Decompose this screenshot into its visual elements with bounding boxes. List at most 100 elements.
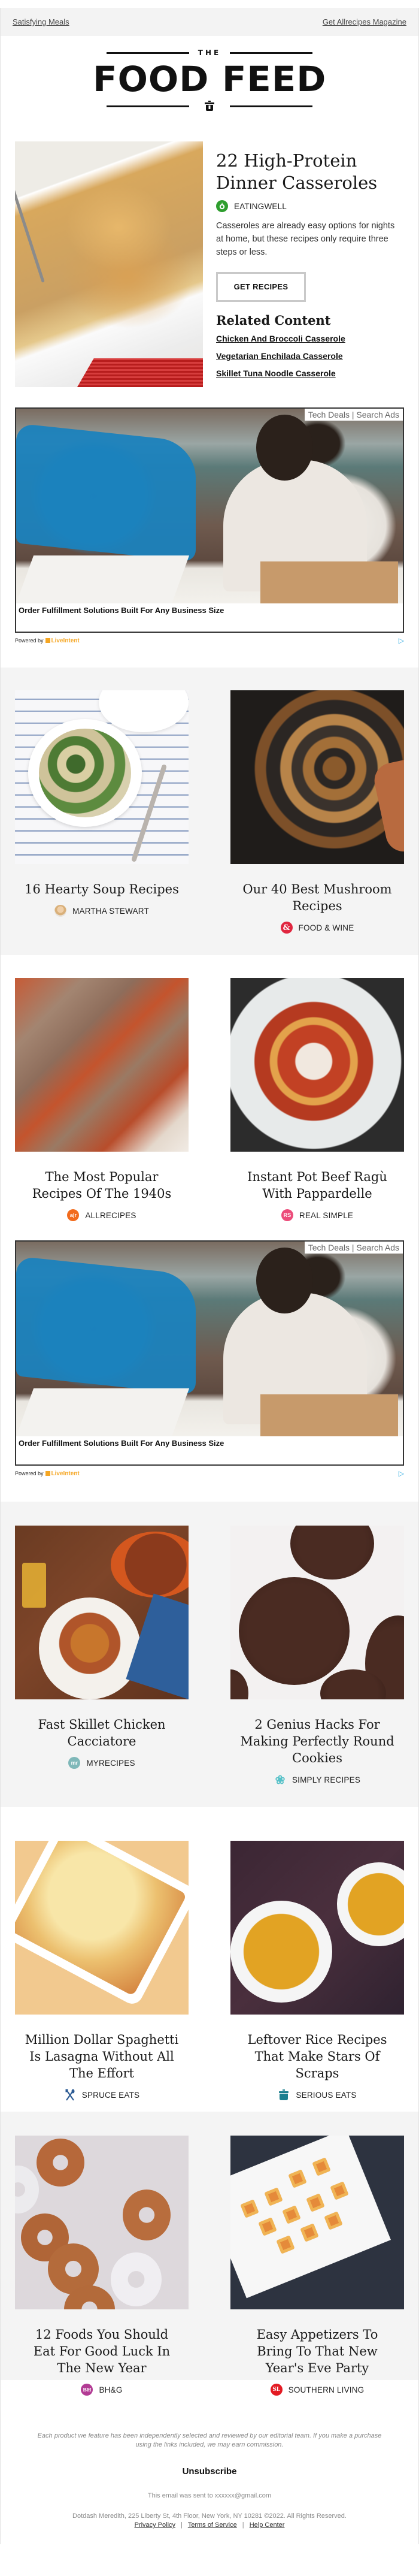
person-head-shape xyxy=(256,1248,313,1313)
unsubscribe-link[interactable]: Unsubscribe xyxy=(183,2466,237,2477)
get-recipes-button[interactable]: GET RECIPES xyxy=(216,272,306,302)
ad-image[interactable]: Tech Deals | Search Ads xyxy=(16,1242,403,1436)
source-label: BH&G xyxy=(99,2385,123,2394)
article-card[interactable]: Instant Pot Beef Ragù With Pappardelle R… xyxy=(230,978,404,1240)
flower-icon: ❀ xyxy=(275,1773,286,1787)
hero-description: Casseroles are already easy options for … xyxy=(216,221,395,257)
privacy-policy-link[interactable]: Privacy Policy xyxy=(135,2521,175,2529)
company-address: Dotdash Meredith, 225 Liberty St, 4th Fl… xyxy=(72,2512,347,2520)
lasagna-image[interactable] xyxy=(15,1841,189,2015)
liveintent-logo: LiveIntent xyxy=(45,638,80,644)
logo-the-text: THE xyxy=(198,49,221,57)
article-title[interactable]: Million Dollar Spaghetti Is Lasagna With… xyxy=(15,2031,189,2082)
article-row: 16 Hearty Soup Recipes MARTHA STEWART Ou… xyxy=(1,668,418,955)
donut-shape xyxy=(37,2139,84,2187)
related-link[interactable]: Skillet Tuna Noodle Casserole xyxy=(216,369,404,378)
bhg-icon: BH xyxy=(81,2384,93,2396)
article-source: a|r ALLRECIPES xyxy=(15,1209,189,1221)
sofa-shape xyxy=(16,423,196,562)
ad-footer: Powered by LiveIntent ▷ xyxy=(15,633,404,645)
source-label: FOOD & WINE xyxy=(298,923,354,932)
rice-soup-image[interactable] xyxy=(230,1841,404,2015)
article-card[interactable]: Leftover Rice Recipes That Make Stars Of… xyxy=(230,1841,404,2112)
article-card[interactable]: 16 Hearty Soup Recipes MARTHA STEWART xyxy=(15,690,189,955)
mushroom-image[interactable] xyxy=(230,690,404,864)
food-feed-logo[interactable]: THE FOOD FEED xyxy=(1,36,418,125)
article-source: mr MYRECIPES xyxy=(15,1757,189,1769)
liveintent-logo: LiveIntent xyxy=(45,1470,80,1477)
article-title[interactable]: Easy Appetizers To Bring To That New Yea… xyxy=(230,2326,404,2376)
article-row: The Most Popular Recipes Of The 1940s a|… xyxy=(1,955,418,1240)
article-card[interactable]: Fast Skillet Chicken Cacciatore mr MYREC… xyxy=(15,1526,189,1807)
article-card[interactable]: Easy Appetizers To Bring To That New Yea… xyxy=(230,2136,404,2396)
article-title[interactable]: The Most Popular Recipes Of The 1940s xyxy=(15,1168,189,1202)
source-label: SOUTHERN LIVING xyxy=(288,2385,365,2394)
article-source: MARTHA STEWART xyxy=(15,905,189,917)
cooking-pot-icon xyxy=(198,100,221,112)
casserole-image[interactable] xyxy=(15,141,203,387)
donut-shape xyxy=(15,2166,39,2213)
ad-block: Tech Deals | Search Ads Order Fulfillmen… xyxy=(1,1240,418,1502)
article-source: ❀ SIMPLY RECIPES xyxy=(230,1773,404,1787)
adchoices-icon[interactable]: ▷ xyxy=(399,636,404,645)
article-card[interactable]: Million Dollar Spaghetti Is Lasagna With… xyxy=(15,1841,189,2112)
article-row: Fast Skillet Chicken Cacciatore mr MYREC… xyxy=(1,1502,418,1807)
affiliate-disclaimer: Each product we feature has been indepen… xyxy=(37,2432,382,2448)
sofa-shape xyxy=(16,1256,196,1395)
article-card[interactable]: Our 40 Best Mushroom Recipes & FOOD & WI… xyxy=(230,690,404,955)
hero-title[interactable]: 22 High-Protein Dinner Casseroles xyxy=(216,150,404,194)
get-magazine-link[interactable]: Get Allrecipes Magazine xyxy=(323,17,406,26)
checkered-towel-shape xyxy=(77,358,203,387)
source-label: EATINGWELL xyxy=(234,201,287,211)
article-title[interactable]: Our 40 Best Mushroom Recipes xyxy=(230,881,404,914)
donuts-image[interactable] xyxy=(15,2136,189,2309)
related-link[interactable]: Chicken And Broccoli Casserole xyxy=(216,334,404,343)
appetizers-image[interactable] xyxy=(230,2136,404,2309)
article-title[interactable]: 16 Hearty Soup Recipes xyxy=(15,881,189,898)
ad-image[interactable]: Tech Deals | Search Ads xyxy=(16,409,403,603)
ad-caption[interactable]: Order Fulfillment Solutions Built For An… xyxy=(16,1436,403,1450)
footer: Each product we feature has been indepen… xyxy=(1,2380,418,2544)
footer-links: Privacy Policy | Terms of Service | Help… xyxy=(25,2521,394,2529)
meatloaf-image[interactable] xyxy=(15,978,189,1152)
spoon-shape xyxy=(15,168,45,283)
article-card[interactable]: 2 Genius Hacks For Making Perfectly Roun… xyxy=(230,1526,404,1807)
article-title[interactable]: 2 Genius Hacks For Making Perfectly Roun… xyxy=(230,1716,404,1766)
adchoices-icon[interactable]: ▷ xyxy=(399,1469,404,1478)
article-card[interactable]: The Most Popular Recipes Of The 1940s a|… xyxy=(15,978,189,1240)
source-label: ALLRECIPES xyxy=(85,1210,136,1220)
ragu-image[interactable] xyxy=(230,978,404,1152)
article-title[interactable]: 12 Foods You Should Eat For Good Luck In… xyxy=(15,2326,189,2376)
help-center-link[interactable]: Help Center xyxy=(250,2521,285,2529)
hero-article: 22 High-Protein Dinner Casseroles EATING… xyxy=(1,125,418,407)
article-title[interactable]: Fast Skillet Chicken Cacciatore xyxy=(15,1716,189,1750)
powered-by-label: Powered by xyxy=(15,638,44,644)
cookie-image[interactable] xyxy=(230,1526,404,1699)
soup-image[interactable] xyxy=(15,690,189,864)
terms-of-service-link[interactable]: Terms of Service xyxy=(188,2521,237,2529)
apple-icon xyxy=(216,200,228,212)
spatula-shape xyxy=(371,759,404,855)
chicken-cacciatore-image[interactable] xyxy=(15,1526,189,1699)
source-label: SIMPLY RECIPES xyxy=(292,1775,361,1784)
source-label: SERIOUS EATS xyxy=(296,2090,357,2100)
satisfying-meals-link[interactable]: Satisfying Meals xyxy=(13,17,69,26)
ad-banner[interactable]: Tech Deals | Search Ads Order Fulfillmen… xyxy=(15,1240,404,1466)
real-simple-icon: RS xyxy=(281,1209,293,1221)
article-title[interactable]: Leftover Rice Recipes That Make Stars Of… xyxy=(230,2031,404,2082)
ad-caption[interactable]: Order Fulfillment Solutions Built For An… xyxy=(16,603,403,617)
related-link[interactable]: Vegetarian Enchilada Casserole xyxy=(216,351,404,361)
plate-shape xyxy=(39,1597,141,1699)
donut-shape xyxy=(123,2190,171,2240)
powered-by[interactable]: Powered by LiveIntent xyxy=(15,1470,80,1477)
logo-rule xyxy=(230,52,312,54)
ampersand-icon: & xyxy=(280,922,293,934)
ad-banner[interactable]: Tech Deals | Search Ads Order Fulfillmen… xyxy=(15,407,404,633)
separator: | xyxy=(181,2521,183,2529)
tray-shape xyxy=(230,2136,391,2299)
article-title[interactable]: Instant Pot Beef Ragù With Pappardelle xyxy=(230,1168,404,1202)
article-card[interactable]: 12 Foods You Should Eat For Good Luck In… xyxy=(15,2136,189,2396)
table-shape xyxy=(16,1388,190,1436)
powered-by[interactable]: Powered by LiveIntent xyxy=(15,638,80,644)
pot-icon xyxy=(278,2089,290,2101)
